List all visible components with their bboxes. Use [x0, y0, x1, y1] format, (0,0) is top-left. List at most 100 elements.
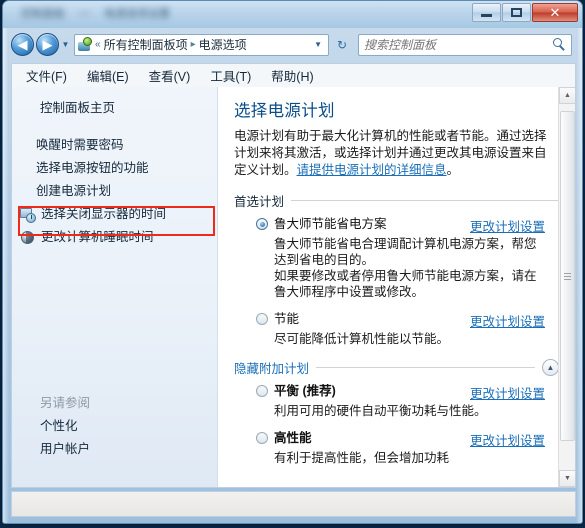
power-plan-details-link[interactable]: 请提供电源计划的详细信息: [297, 163, 447, 177]
hide-additional-plans-link[interactable]: 隐藏附加计划: [234, 358, 309, 377]
change-plan-settings-link-ludashi[interactable]: 更改计划设置: [470, 216, 545, 235]
scrollbar-grip-icon: [564, 271, 571, 282]
control-panel-icon: [77, 37, 92, 52]
window-edge-left: [3, 1, 9, 523]
plan-description: 尽可能降低计算机性能以节能。: [274, 332, 450, 346]
preferred-plans-label: 首选计划: [234, 195, 285, 209]
menu-bar: 文件(F) 编辑(E) 查看(V) 工具(T) 帮助(H): [11, 63, 576, 87]
plan-item-balanced[interactable]: 平衡 (推荐) 更改计划设置 利用可用的硬件自动平衡功耗与性能。: [234, 383, 559, 419]
minimize-icon: [481, 14, 492, 17]
scrollbar-thumb[interactable]: [560, 111, 575, 441]
change-plan-settings-link-power-saver[interactable]: 更改计划设置: [470, 311, 545, 330]
breadcrumb-separator-icon: ▸: [190, 39, 196, 50]
back-arrow-icon: ◀: [17, 37, 28, 52]
chevron-up-icon: ▲: [564, 92, 571, 99]
window-title-fragment-a: 控制面板: [21, 8, 65, 20]
address-chevron-down-icon[interactable]: ▼: [314, 40, 326, 49]
scroll-down-button[interactable]: ▼: [559, 470, 575, 487]
search-input[interactable]: [364, 37, 553, 52]
chevron-down-icon: ▼: [61, 40, 70, 49]
page-description-period: 。: [446, 163, 460, 177]
sidebar: 控制面板主页 唤醒时需要密码 选择电源按钮的功能 创建电源计划 选择关闭显示器的…: [12, 87, 218, 487]
sidebar-item-label: 创建电源计划: [36, 184, 112, 198]
see-also-title: 另请参阅: [40, 396, 91, 410]
search-box[interactable]: [358, 33, 572, 56]
sidebar-item-label: 唤醒时需要密码: [36, 138, 124, 152]
address-bar[interactable]: « 所有控制面板项 ▸ 电源选项 ▼: [74, 33, 329, 56]
sidebar-item-label: 选择电源按钮的功能: [36, 161, 149, 175]
explorer-window: 控制面板 — 电源选项设置 ✕ ◀ ▶ ▼ « 所有控制面板项 ▸ 电源选项 ▼…: [2, 0, 583, 524]
address-toolbar: ◀ ▶ ▼ « 所有控制面板项 ▸ 电源选项 ▼ ↻: [3, 28, 582, 61]
scroll-up-button[interactable]: ▲: [559, 87, 575, 104]
menu-item-tools[interactable]: 工具(T): [210, 66, 251, 85]
sidebar-item-require-password-on-wakeup[interactable]: 唤醒时需要密码: [12, 134, 217, 157]
menu-item-edit[interactable]: 编辑(E): [87, 66, 129, 85]
vertical-scrollbar[interactable]: ▲ ▼: [558, 87, 575, 487]
plan-description: 利用可用的硬件自动平衡功耗与性能。: [274, 404, 487, 418]
sidebar-item-create-power-plan[interactable]: 创建电源计划: [12, 180, 217, 203]
maximize-icon: [511, 8, 522, 17]
plan-item-power-saver[interactable]: 节能 更改计划设置 尽可能降低计算机性能以节能。: [234, 311, 559, 347]
search-icon: [553, 38, 566, 51]
sidebar-item-label: 个性化: [40, 419, 78, 433]
back-button[interactable]: ◀: [11, 33, 34, 56]
chevron-down-icon: ▼: [564, 475, 571, 482]
sidebar-item-choose-when-to-turn-off-display[interactable]: 选择关闭显示器的时间: [12, 203, 217, 226]
window-title-fragment-b: —: [79, 7, 90, 19]
window-edge-right: [576, 1, 582, 523]
breadcrumb-item-power-options[interactable]: 电源选项: [199, 36, 247, 53]
sidebar-item-label: 控制面板主页: [40, 101, 116, 115]
title-bar[interactable]: 控制面板 — 电源选项设置 ✕: [3, 1, 582, 28]
plan-name: 高性能: [274, 431, 312, 445]
breadcrumb-item-all-items[interactable]: 所有控制面板项: [104, 36, 188, 53]
section-divider: [316, 367, 535, 368]
monitor-clock-icon: [20, 207, 36, 223]
change-plan-settings-link-high-performance[interactable]: 更改计划设置: [470, 430, 545, 449]
breadcrumb-overflow[interactable]: «: [95, 39, 101, 50]
change-plan-settings-link-balanced[interactable]: 更改计划设置: [470, 383, 545, 402]
refresh-button[interactable]: ↻: [331, 34, 353, 56]
menu-item-file[interactable]: 文件(F): [26, 66, 67, 85]
sidebar-item-user-accounts[interactable]: 用户帐户: [12, 438, 217, 461]
page-title: 选择电源计划: [234, 102, 335, 120]
menu-item-view[interactable]: 查看(V): [149, 66, 191, 85]
plan-name: 节能: [274, 312, 300, 326]
menu-item-help[interactable]: 帮助(H): [271, 66, 313, 85]
main-content: 选择电源计划 电源计划有助于最大化计算机的性能或者节能。通过选择计划来将其激活，…: [218, 87, 575, 487]
see-also-section: 另请参阅 个性化 用户帐户: [12, 390, 217, 461]
refresh-icon: ↻: [336, 37, 348, 52]
maximize-button[interactable]: [502, 3, 531, 22]
plan-name: 鲁大师节能省电方案: [274, 217, 387, 231]
status-bar: [11, 491, 576, 517]
sidebar-item-label: 选择关闭显示器的时间: [41, 207, 167, 221]
window-title-blurred: 控制面板 — 电源选项设置: [21, 6, 271, 20]
sidebar-item-change-when-computer-sleeps[interactable]: 更改计算机睡眠时间: [12, 226, 217, 249]
preferred-plans-header: 首选计划: [234, 191, 559, 210]
content-panes: 控制面板主页 唤醒时需要密码 选择电源按钮的功能 创建电源计划 选择关闭显示器的…: [11, 87, 576, 488]
plan-description: 鲁大师节能省电合理调配计算机电源方案，帮您 达到省电的目的。 如果要修改或者停用鲁大…: [274, 237, 537, 299]
plan-name: 平衡 (推荐): [274, 384, 336, 398]
plan-radio-power-saver[interactable]: [256, 313, 268, 325]
window-title-fragment-c: 电源选项设置: [104, 8, 170, 20]
sidebar-item-control-panel-home[interactable]: 控制面板主页: [12, 97, 217, 120]
plan-radio-balanced[interactable]: [256, 385, 268, 397]
page-description: 电源计划有助于最大化计算机的性能或者节能。通过选择计划来将其激活，或选择计划并通…: [234, 128, 552, 179]
plan-radio-high-performance[interactable]: [256, 432, 268, 444]
minimize-button[interactable]: [472, 3, 501, 22]
chevron-up-icon[interactable]: ▲: [542, 359, 559, 376]
sleep-icon: [20, 230, 36, 246]
sidebar-item-label: 更改计算机睡眠时间: [41, 230, 154, 244]
close-button[interactable]: ✕: [532, 3, 578, 22]
plan-item-ludashi[interactable]: 鲁大师节能省电方案 更改计划设置 鲁大师节能省电合理调配计算机电源方案，帮您 达到…: [234, 216, 559, 300]
forward-button[interactable]: ▶: [36, 33, 59, 56]
window-controls: ✕: [472, 3, 578, 22]
close-icon: ✕: [549, 5, 561, 20]
sidebar-item-choose-power-button-action[interactable]: 选择电源按钮的功能: [12, 157, 217, 180]
sidebar-item-personalization[interactable]: 个性化: [12, 415, 217, 438]
plan-radio-ludashi[interactable]: [256, 218, 268, 230]
plan-description: 有利于提高性能，但会增加功耗: [274, 451, 450, 465]
plan-item-high-performance[interactable]: 高性能 更改计划设置 有利于提高性能，但会增加功耗: [234, 430, 559, 466]
forward-arrow-icon: ▶: [42, 37, 53, 52]
hidden-plans-header: 隐藏附加计划 ▲: [234, 358, 559, 377]
history-dropdown-button[interactable]: ▼: [59, 40, 72, 49]
